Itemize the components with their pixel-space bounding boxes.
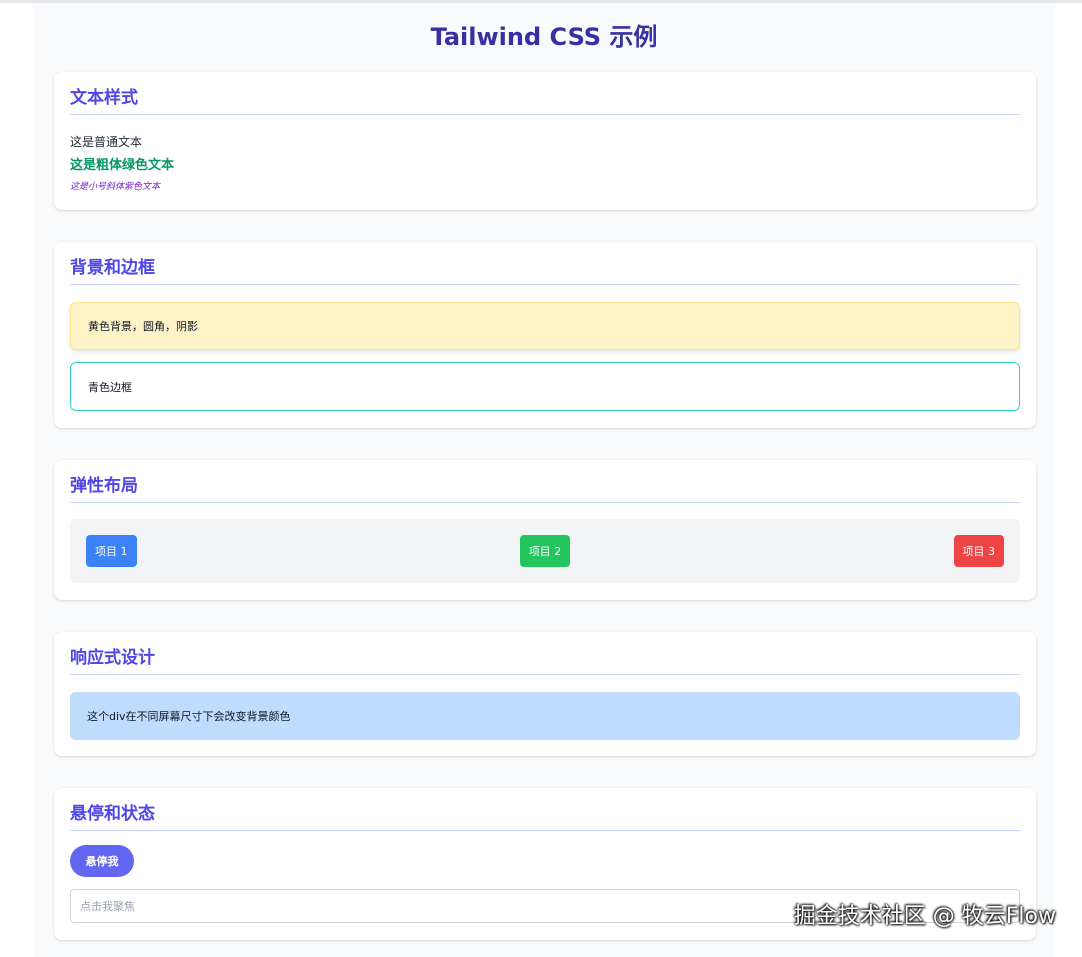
responsive-design-heading: 响应式设计: [70, 646, 1020, 675]
teal-box-text: 青色边框: [88, 380, 132, 394]
responsive-box-text: 这个div在不同屏幕尺寸下会改变背景颜色: [87, 710, 291, 723]
flex-layout-card: 弹性布局 项目 1 项目 2 项目 3: [54, 460, 1036, 600]
text-styles-card: 文本样式 这是普通文本 这是粗体绿色文本 这是小号斜体紫色文本: [54, 72, 1036, 210]
flex-item-2: 项目 2: [519, 535, 571, 567]
responsive-design-card: 响应式设计 这个div在不同屏幕尺寸下会改变背景颜色: [54, 632, 1036, 756]
normal-text: 这是普通文本: [70, 135, 143, 149]
flex-layout-heading: 弹性布局: [70, 474, 1020, 503]
bold-green-text: 这是粗体绿色文本: [70, 158, 175, 173]
background-border-heading: 背景和边框: [70, 256, 1020, 285]
flex-row: 项目 1 项目 2 项目 3: [70, 519, 1020, 583]
watermark-text: 掘金技术社区 @ 牧云Flow: [793, 904, 1056, 929]
hover-state-heading: 悬停和状态: [70, 802, 1020, 831]
hover-me-button[interactable]: 悬停我: [70, 845, 134, 877]
yellow-box-text: 黄色背景，圆角，阴影: [88, 320, 198, 333]
page-container: Tailwind CSS 示例 文本样式 这是普通文本 这是粗体绿色文本 这是小…: [33, 3, 1055, 957]
background-border-card: 背景和边框 黄色背景，圆角，阴影 青色边框: [54, 242, 1036, 428]
text-styles-heading: 文本样式: [70, 86, 1020, 115]
yellow-shadow-box: 黄色背景，圆角，阴影: [70, 302, 1020, 350]
flex-item-3: 项目 3: [953, 535, 1004, 567]
small-italic-purple-text: 这是小号斜体紫色文本: [70, 182, 161, 192]
flex-item-1: 项目 1: [86, 535, 137, 567]
teal-border-box: 青色边框: [70, 362, 1020, 411]
responsive-blue-box: 这个div在不同屏幕尺寸下会改变背景颜色: [70, 692, 1020, 740]
page-title: Tailwind CSS 示例: [430, 23, 658, 51]
